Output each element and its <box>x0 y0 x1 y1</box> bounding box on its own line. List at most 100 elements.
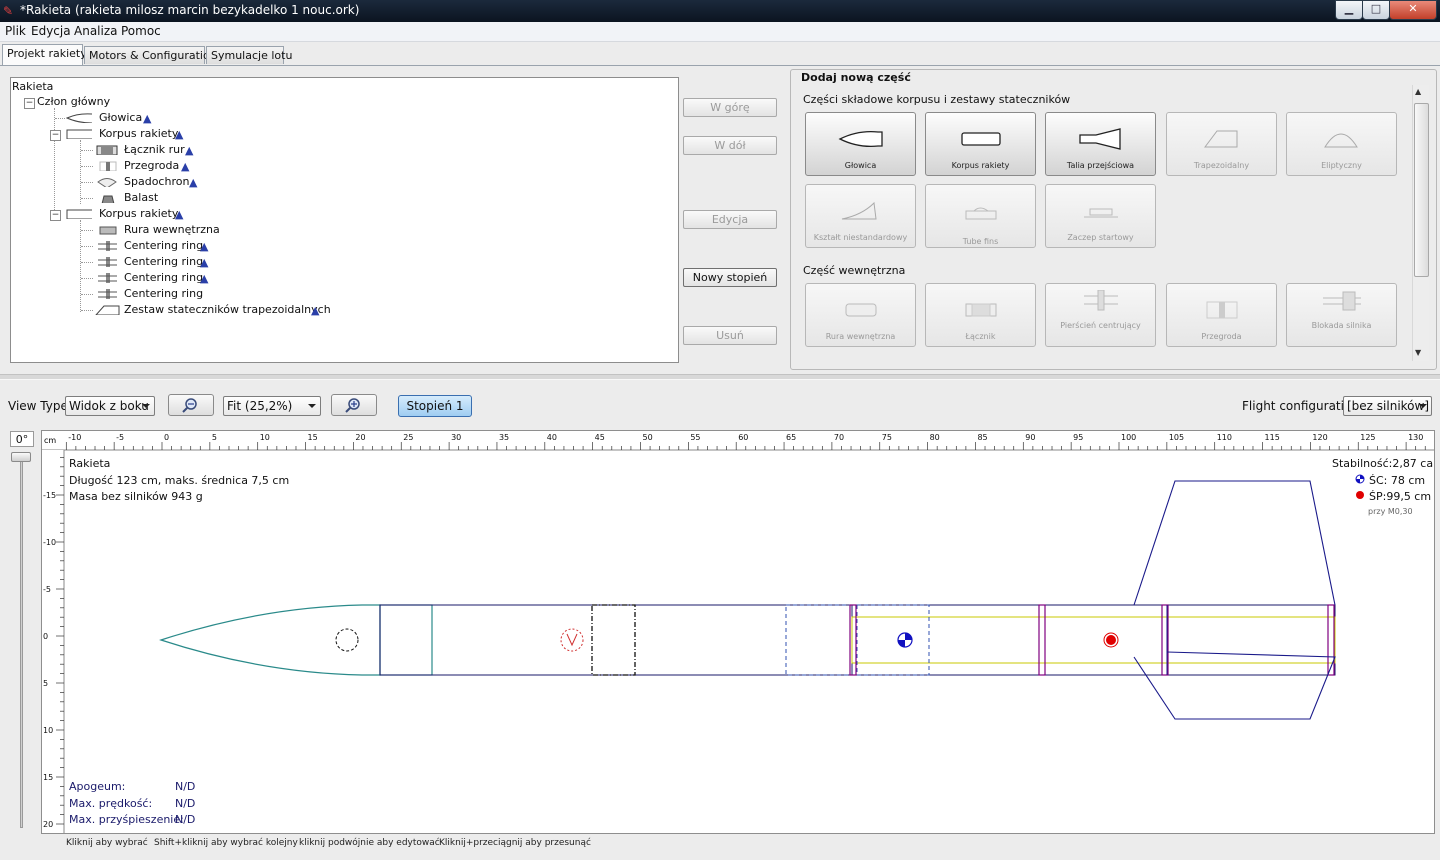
stage-1-button[interactable]: Stopień 1 <box>398 395 472 417</box>
add-engine-block-button[interactable]: Blokada silnika <box>1286 283 1397 347</box>
move-up-button[interactable]: W górę <box>683 98 777 117</box>
fin-lower-shape[interactable] <box>1133 651 1336 720</box>
centering-ring-shape[interactable] <box>1327 604 1335 676</box>
add-bulkhead-button[interactable]: Przegroda <box>1166 283 1277 347</box>
add-centering-ring-button[interactable]: Pierścień centrujący <box>1045 283 1156 347</box>
zoom-out-button[interactable] <box>168 394 214 416</box>
bulkhead-icon <box>1206 301 1238 319</box>
mass-override-icon: ▲ <box>143 112 152 125</box>
tree-item-label[interactable]: Korpus rakiety <box>99 126 178 142</box>
tree-item-label[interactable]: Centering ring <box>124 286 203 302</box>
tab-flight-simulations[interactable]: Symulacje lotu <box>206 46 292 64</box>
nose-shoulder-shape[interactable] <box>379 604 433 676</box>
add-part-title: Dodaj nową część <box>800 71 912 84</box>
flight-config-select[interactable]: [bez silników] <box>1343 396 1432 416</box>
scrollbar-thumb[interactable] <box>1414 103 1429 277</box>
tree-line <box>55 118 65 119</box>
add-launch-lug-button[interactable]: Zaczep startowy <box>1045 184 1156 248</box>
tree-item-label[interactable]: Centering ring <box>124 270 203 286</box>
rocket-length: Długość 123 cm, maks. średnica 7,5 cm <box>69 474 290 487</box>
nose-cone-shape[interactable] <box>159 604 381 676</box>
mass-override-icon: ▲ <box>200 240 209 253</box>
tree-item-label[interactable]: Centering ring <box>124 254 203 270</box>
add-transition-button[interactable]: Talia przejściowa <box>1045 112 1156 176</box>
new-stage-button[interactable]: Nowy stopień <box>683 268 777 287</box>
freeform-fins-icon <box>841 201 877 220</box>
zoom-select[interactable]: Fit (25,2%) <box>223 396 321 416</box>
add-tube-fins-button[interactable]: Tube fins <box>925 184 1036 248</box>
nose-ballast-marker <box>335 628 359 652</box>
add-inner-tube-button[interactable]: Rura wewnętrzna <box>805 283 916 347</box>
inner-tube-shape[interactable] <box>851 616 1336 664</box>
rocket-figure-canvas[interactable]: -10 -5 0 5 10 15 20 25 30 35 40 45 50 55 60 65 70 75 80 85 9… <box>41 430 1435 834</box>
add-freeform-fins-button[interactable]: Kształt niestandardowy <box>805 184 916 248</box>
centering-ring-shape[interactable] <box>1038 604 1046 676</box>
hint-drag: Kliknij+przeciągnij aby przesunąć <box>439 838 591 848</box>
body-tube-1-shape[interactable] <box>379 604 853 676</box>
view-type-select[interactable]: Widok z boku <box>65 396 155 416</box>
body-tube-2-shape[interactable] <box>851 604 1336 676</box>
delete-button[interactable]: Usuń <box>683 326 777 345</box>
split-pane-divider[interactable] <box>0 374 1440 380</box>
ruler-y-label: 0 <box>43 632 48 641</box>
tab-rocket-design[interactable]: Projekt rakiety <box>2 44 87 65</box>
maximize-button[interactable]: □ <box>1362 0 1390 20</box>
fin-upper-shape[interactable] <box>1133 480 1336 606</box>
body-tube-icon <box>961 132 1001 146</box>
tree-item-label[interactable]: Przegroda <box>124 158 179 174</box>
component-tree[interactable]: Rakieta − Człon główny Głowica ▲ − Korpu… <box>10 77 679 363</box>
tube-coupler-shape[interactable] <box>591 604 636 676</box>
tree-root[interactable]: Rakieta <box>12 79 53 95</box>
transition-icon <box>1079 128 1121 150</box>
tree-item-label[interactable]: Korpus rakiety <box>99 206 178 222</box>
zoom-in-button[interactable] <box>331 394 377 416</box>
rotation-slider-thumb[interactable] <box>11 452 31 462</box>
add-nose-cone-button[interactable]: Głowica <box>805 112 916 176</box>
tree-item-label[interactable]: Łącznik rur <box>124 142 185 158</box>
menu-edit[interactable]: Edycja <box>31 24 71 38</box>
rotation-slider-track[interactable] <box>20 456 23 828</box>
scroll-up-icon[interactable]: ▲ <box>1415 87 1421 96</box>
menu-bar: Plik Edycja Analiza Pomoc <box>0 22 1440 42</box>
move-down-button[interactable]: W dół <box>683 136 777 155</box>
add-coupler-button[interactable]: Łącznik <box>925 283 1036 347</box>
scroll-down-icon[interactable]: ▼ <box>1415 348 1421 357</box>
body-tube-icon <box>66 129 92 139</box>
ruler-y-label: 10 <box>43 726 53 735</box>
edit-button[interactable]: Edycja <box>683 210 777 229</box>
menu-help[interactable]: Pomoc <box>121 24 161 38</box>
tree-item-label[interactable]: Balast <box>124 190 158 206</box>
tree-item-label[interactable]: Głowica <box>99 110 142 126</box>
rocket-drawing <box>159 480 1336 720</box>
centering-ring-shape[interactable] <box>849 604 857 676</box>
tree-item-label[interactable]: Spadochron <box>124 174 189 190</box>
tree-collapse-toggle[interactable]: − <box>50 130 61 141</box>
menu-analysis[interactable]: Analiza <box>74 24 118 38</box>
tree-item-label[interactable]: Zestaw stateczników trapezoidalnych <box>124 302 331 318</box>
rotation-value[interactable]: 0° <box>10 431 34 447</box>
tree-stage[interactable]: Człon główny <box>37 94 110 110</box>
hint-double-click: kliknij podwójnie aby edytować <box>299 838 440 848</box>
minimize-button[interactable]: ▁ <box>1335 0 1363 20</box>
tab-motors-configuration[interactable]: Motors & Configuration <box>84 46 217 64</box>
add-elliptical-fins-button[interactable]: Eliptyczny <box>1286 112 1397 176</box>
ruler-x-label: 85 <box>977 433 987 442</box>
centering-ring-icon <box>98 257 117 267</box>
inner-components-group-label: Część wewnętrzna <box>803 264 906 277</box>
tree-collapse-toggle[interactable]: − <box>24 98 35 109</box>
ruler-x-label: 0 <box>164 433 169 442</box>
add-body-tube-button[interactable]: Korpus rakiety <box>925 112 1036 176</box>
rocket-figure[interactable]: -10 -5 0 5 10 15 20 25 30 35 40 45 50 55 60 65 70 75 80 85 9… <box>42 431 1434 833</box>
close-button[interactable]: ✕ <box>1389 0 1437 20</box>
part-label: Eliptyczny <box>1321 161 1362 170</box>
tree-item-label[interactable]: Rura wewnętrzna <box>124 222 220 238</box>
tree-item-label[interactable]: Centering ring <box>124 238 203 254</box>
add-panel-scrollbar[interactable]: ▲ ▼ <box>1412 85 1429 361</box>
coupler-shape[interactable] <box>785 604 853 676</box>
add-trapezoidal-fins-button[interactable]: Trapezoidalny <box>1166 112 1277 176</box>
ruler-x-label: 110 <box>1217 433 1232 442</box>
part-label: Trapezoidalny <box>1193 161 1250 170</box>
menu-file[interactable]: Plik <box>5 24 26 38</box>
tree-collapse-toggle[interactable]: − <box>50 210 61 221</box>
coupler-icon <box>965 303 997 317</box>
